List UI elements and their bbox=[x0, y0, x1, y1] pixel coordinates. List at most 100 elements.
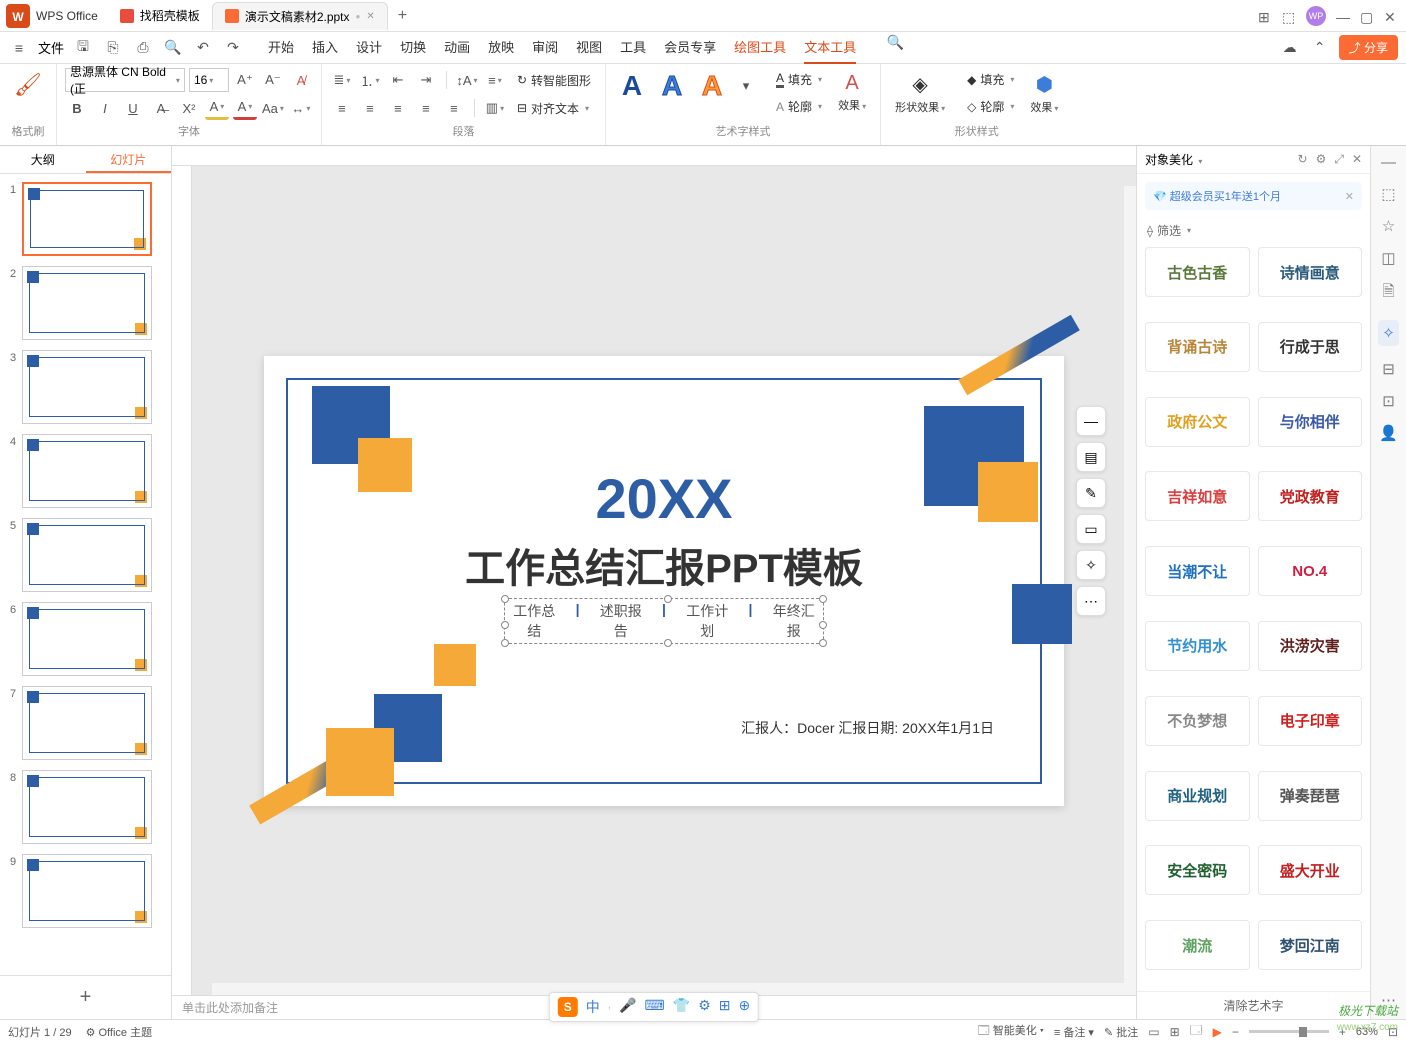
float-layers-icon[interactable]: ▤ bbox=[1076, 442, 1106, 472]
rail-chart-icon[interactable]: ⊡ bbox=[1382, 392, 1395, 410]
slide-canvas[interactable]: 20XX 工作总结汇报PPT模板 工作总结 | 述职报告 | 工作计划 | 年终… bbox=[264, 356, 1064, 806]
numbering-icon[interactable]: ⒈▾ bbox=[358, 68, 382, 92]
menu-icon[interactable]: ≡ bbox=[8, 37, 30, 59]
tab-review[interactable]: 审阅 bbox=[532, 31, 558, 64]
wordart-style-option[interactable]: 电子印章 bbox=[1258, 696, 1363, 746]
tab-drawing-tools[interactable]: 绘图工具 bbox=[734, 31, 786, 64]
italic-icon[interactable]: I bbox=[93, 96, 117, 120]
slide-list[interactable]: 1 2 3 4 5 6 7 bbox=[0, 174, 171, 975]
slides-tab[interactable]: 幻灯片 bbox=[86, 146, 172, 173]
tab-slideshow[interactable]: 放映 bbox=[488, 31, 514, 64]
wordart-style-option[interactable]: 政府公文 bbox=[1145, 397, 1250, 447]
tab-template[interactable]: 找稻壳模板 bbox=[108, 2, 212, 30]
search-icon[interactable]: 🔍 bbox=[884, 31, 906, 53]
wordart-style-option[interactable]: 盛大开业 bbox=[1258, 845, 1363, 895]
shape-outline-button[interactable]: ◇ 轮廓▾ bbox=[961, 95, 1020, 118]
wordart-style-option[interactable]: 弹奏琵琶 bbox=[1258, 771, 1363, 821]
tab-animation[interactable]: 动画 bbox=[444, 31, 470, 64]
float-magic-icon[interactable]: ✧ bbox=[1076, 550, 1106, 580]
notes-bar[interactable]: 单击此处添加备注 S 中 , 🎤 ⌨ 👕 ⚙ ⊞ ⊕ bbox=[172, 995, 1136, 1019]
skin-icon[interactable]: 👕 bbox=[673, 997, 690, 1017]
slide-thumbnail[interactable]: 4 bbox=[4, 434, 167, 508]
slide-thumbnail[interactable]: 6 bbox=[4, 602, 167, 676]
wordart-style-option[interactable]: 与你相伴 bbox=[1258, 397, 1363, 447]
justify-icon[interactable]: ≡ bbox=[414, 96, 438, 120]
wordart-style-1[interactable]: A bbox=[614, 68, 650, 104]
tab-current-doc[interactable]: 演示文稿素材2.pptx ● ✕ bbox=[212, 2, 388, 30]
close-icon[interactable]: ✕ bbox=[1352, 152, 1362, 167]
wordart-more-icon[interactable]: ▾ bbox=[734, 74, 758, 98]
cloud-icon[interactable]: ☁ bbox=[1279, 37, 1301, 59]
tab-design[interactable]: 设计 bbox=[356, 31, 382, 64]
keyboard-icon[interactable]: ⌨ bbox=[645, 997, 665, 1017]
outline-tab[interactable]: 大纲 bbox=[0, 146, 86, 173]
indent-icon[interactable]: ⇥ bbox=[414, 68, 438, 92]
ime-lang-icon[interactable]: 中 bbox=[586, 997, 600, 1017]
slide-thumbnail[interactable]: 3 bbox=[4, 350, 167, 424]
slide-preview[interactable] bbox=[22, 686, 152, 760]
notes-toggle[interactable]: ≡ 备注 ▾ bbox=[1054, 1024, 1094, 1040]
refresh-icon[interactable]: ↻ bbox=[1298, 152, 1308, 167]
rail-layers-icon[interactable]: ◫ bbox=[1381, 249, 1395, 267]
smart-shape-button[interactable]: ↻ 转智能图形 bbox=[511, 69, 597, 92]
canvas-area[interactable]: 20XX 工作总结汇报PPT模板 工作总结 | 述职报告 | 工作计划 | 年终… bbox=[192, 166, 1136, 995]
align-right-icon[interactable]: ≡ bbox=[386, 96, 410, 120]
restore-button[interactable]: ▢ bbox=[1360, 9, 1374, 23]
wordart-style-option[interactable]: 潮流 bbox=[1145, 920, 1250, 970]
superscript-icon[interactable]: X² bbox=[177, 96, 201, 120]
sorter-view-icon[interactable]: ⊞ bbox=[1170, 1025, 1180, 1039]
grid-icon[interactable]: ⊞ bbox=[1258, 9, 1272, 23]
rail-star-icon[interactable]: ☆ bbox=[1382, 217, 1395, 235]
undo-icon[interactable]: ↶ bbox=[192, 37, 214, 59]
zoom-out-icon[interactable]: − bbox=[1232, 1025, 1239, 1039]
slide-thumbnail[interactable]: 8 bbox=[4, 770, 167, 844]
wordart-style-option[interactable]: 背诵古诗 bbox=[1145, 322, 1250, 372]
strike-icon[interactable]: A̶ bbox=[149, 96, 173, 120]
close-icon[interactable]: ✕ bbox=[1345, 190, 1354, 203]
increase-font-icon[interactable]: A⁺ bbox=[233, 68, 257, 92]
slide-thumbnail[interactable]: 9 bbox=[4, 854, 167, 928]
minimize-button[interactable]: — bbox=[1336, 9, 1350, 23]
clear-format-icon[interactable]: A̸ bbox=[289, 68, 313, 92]
bullets-icon[interactable]: ≣▾ bbox=[330, 68, 354, 92]
float-frame-icon[interactable]: ▭ bbox=[1076, 514, 1106, 544]
slide-preview[interactable] bbox=[22, 602, 152, 676]
text-direction-icon[interactable]: ↕A▾ bbox=[455, 68, 479, 92]
rail-doc-icon[interactable]: 🗎 bbox=[1382, 281, 1394, 306]
slide-tags-textbox[interactable]: 工作总结 | 述职报告 | 工作计划 | 年终汇报 bbox=[504, 598, 824, 644]
rail-select-icon[interactable]: ⬚ bbox=[1381, 185, 1395, 203]
mic-icon[interactable]: 🎤 bbox=[619, 997, 636, 1017]
clear-wordart-button[interactable]: 清除艺术字 bbox=[1137, 991, 1370, 1019]
share-button[interactable]: ⤴ 分享 bbox=[1339, 35, 1398, 60]
wordart-style-3[interactable]: A bbox=[694, 68, 730, 104]
rail-magic-icon[interactable]: ✧ bbox=[1378, 320, 1399, 346]
promo-banner[interactable]: 💎 超级会员买1年送1个月 ✕ bbox=[1145, 182, 1362, 210]
shape-effects2-button[interactable]: ⬢ 效果▾ bbox=[1024, 68, 1064, 119]
slide-position[interactable]: 幻灯片 1 / 29 bbox=[8, 1024, 72, 1040]
wordart-style-option[interactable]: 行成于思 bbox=[1258, 322, 1363, 372]
float-collapse-icon[interactable]: — bbox=[1076, 406, 1106, 436]
rail-person-icon[interactable]: 👤 bbox=[1379, 424, 1398, 442]
distribute-icon[interactable]: ≡ bbox=[442, 96, 466, 120]
slide-preview[interactable] bbox=[22, 350, 152, 424]
shape-fill-button[interactable]: ◆ 填充▾ bbox=[961, 68, 1020, 91]
slide-thumbnail[interactable]: 5 bbox=[4, 518, 167, 592]
slide-preview[interactable] bbox=[22, 434, 152, 508]
grid-icon[interactable]: ⊞ bbox=[719, 997, 731, 1017]
cube-icon[interactable]: ⬚ bbox=[1282, 9, 1296, 23]
slide-year[interactable]: 20XX bbox=[264, 466, 1064, 531]
wordart-style-option[interactable]: 梦回江南 bbox=[1258, 920, 1363, 970]
slide-thumbnail[interactable]: 7 bbox=[4, 686, 167, 760]
outdent-icon[interactable]: ⇤ bbox=[386, 68, 410, 92]
close-icon[interactable]: ✕ bbox=[366, 11, 374, 22]
tab-transition[interactable]: 切换 bbox=[400, 31, 426, 64]
export-icon[interactable]: ⎘ bbox=[102, 37, 124, 59]
comments-toggle[interactable]: ✎ 批注 bbox=[1104, 1024, 1138, 1040]
slide-thumbnail[interactable]: 1 bbox=[4, 182, 167, 256]
wordart-style-option[interactable]: 不负梦想 bbox=[1145, 696, 1250, 746]
bold-icon[interactable]: B bbox=[65, 96, 89, 120]
wordart-style-option[interactable]: NO.4 bbox=[1258, 546, 1363, 596]
ruler-vertical[interactable] bbox=[172, 166, 192, 995]
slide-thumbnail[interactable]: 2 bbox=[4, 266, 167, 340]
char-spacing-icon[interactable]: ↔▾ bbox=[289, 96, 313, 120]
